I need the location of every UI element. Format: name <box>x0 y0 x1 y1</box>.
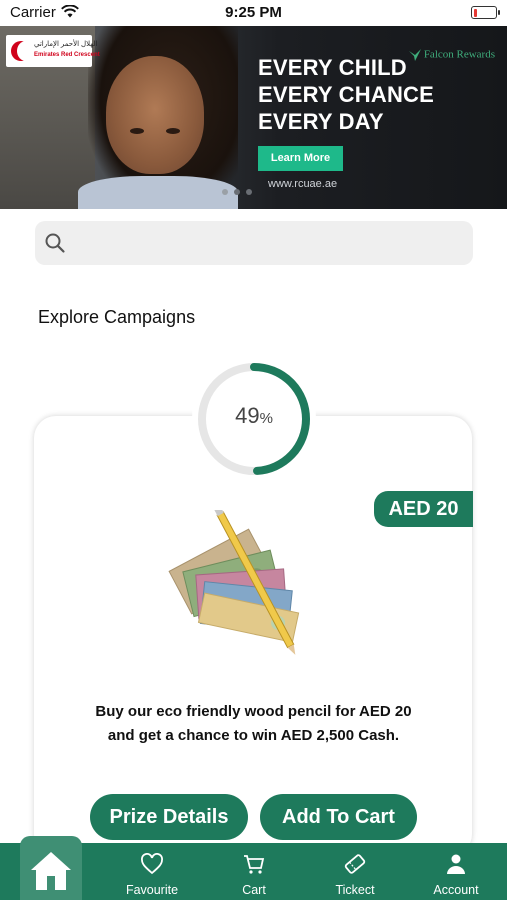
progress-label: 49% <box>235 403 273 428</box>
tab-favourite[interactable]: Favourite <box>102 843 202 900</box>
crescent-icon <box>11 41 35 61</box>
red-crescent-logo: الهلال الأحمر الإماراتي Emirates Red Cre… <box>6 35 100 67</box>
heart-icon <box>141 853 163 875</box>
product-image <box>160 506 310 655</box>
account-icon <box>447 854 465 874</box>
progress-ring: 49% <box>192 357 316 481</box>
cart-icon <box>244 855 265 874</box>
campaign-banner[interactable]: الهلال الأحمر الإماراتي Emirates Red Cre… <box>0 26 507 209</box>
tab-cart[interactable]: Cart <box>204 843 304 900</box>
carousel-dots[interactable] <box>222 182 258 200</box>
tab-home[interactable] <box>20 836 82 900</box>
banner-url: www.rcuae.ae <box>268 178 338 190</box>
search-icon[interactable] <box>44 232 66 259</box>
section-title: Explore Campaigns <box>38 307 196 327</box>
home-icon <box>31 852 71 890</box>
status-bar: Carrier 9:25 PM <box>0 0 507 26</box>
ticket-icon <box>344 854 366 874</box>
banner-headline: EVERY CHILD EVERY CHANCE EVERY DAY <box>258 55 434 134</box>
campaign-description: Buy our eco friendly wood pencil for AED… <box>95 703 412 744</box>
price-badge: AED 20 <box>374 491 473 527</box>
prize-details-button[interactable]: Prize Details <box>90 794 248 840</box>
search-bar[interactable] <box>35 221 473 267</box>
search-input[interactable] <box>75 221 459 267</box>
battery-icon <box>471 6 500 19</box>
clock: 9:25 PM <box>225 4 282 21</box>
tab-account[interactable]: Account <box>406 843 506 900</box>
learn-more-button[interactable]: Learn More <box>258 146 343 171</box>
tab-ticket[interactable]: Tickect <box>305 843 405 900</box>
add-to-cart-button[interactable]: Add To Cart <box>260 794 417 840</box>
